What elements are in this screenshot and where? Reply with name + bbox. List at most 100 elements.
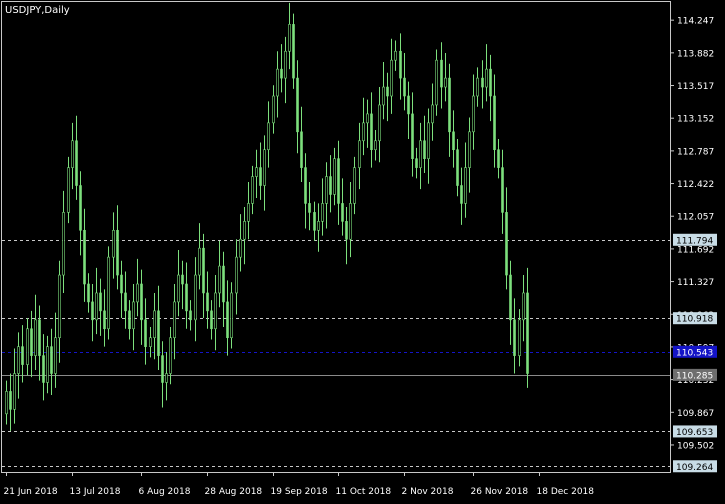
candle-body: [202, 247, 205, 294]
candle-body: [522, 292, 525, 321]
y-tick-label: 109.867: [677, 409, 714, 419]
level-tag-label-4: 109.653: [676, 428, 713, 438]
candle-body: [21, 346, 24, 365]
candle-body: [317, 221, 320, 231]
candle-body: [370, 113, 373, 151]
level-tag-label-3: 110.285: [676, 371, 713, 381]
candle-body: [362, 122, 365, 142]
candle-body: [189, 310, 192, 321]
candle-body: [448, 77, 451, 133]
candle-body: [255, 167, 258, 177]
y-tick-label: 111.327: [677, 278, 714, 288]
y-tick-label: 113.517: [677, 82, 714, 92]
candle-body: [267, 122, 270, 151]
candle-body: [329, 176, 332, 195]
candle-body: [300, 131, 303, 168]
candle-body: [513, 319, 516, 356]
candle-body: [476, 77, 479, 97]
candle-body: [239, 238, 242, 258]
candle-body: [17, 346, 20, 374]
candle-body: [103, 310, 106, 330]
candle-body: [366, 113, 369, 124]
level-tag-label-0: 111.794: [676, 236, 713, 246]
candle-body: [58, 274, 61, 339]
candle-body: [415, 158, 418, 168]
candle-body: [75, 140, 78, 186]
candle-body: [321, 203, 324, 222]
candle-body: [185, 283, 188, 312]
candle-body: [304, 167, 307, 204]
candle-body: [107, 256, 110, 330]
candle-body: [210, 310, 213, 330]
candle-body: [423, 140, 426, 159]
candle-body: [440, 59, 443, 88]
candle-body: [157, 310, 160, 356]
x-tick-label: 26 Nov 2018: [471, 487, 529, 497]
candle-body: [120, 274, 123, 294]
candle-body: [62, 212, 65, 276]
candle-body: [194, 274, 197, 321]
x-tick-label: 13 Jul 2018: [70, 487, 121, 497]
candle-body: [394, 50, 397, 61]
candle-body: [83, 229, 86, 285]
candle-body: [468, 131, 471, 168]
candle-body: [280, 68, 283, 79]
symbol-label: USDJPY,Daily: [5, 5, 70, 16]
candle-body: [284, 50, 287, 79]
candle-body: [116, 229, 119, 276]
candle-body: [272, 95, 275, 124]
candle-body: [345, 221, 348, 240]
candle-body: [472, 95, 475, 133]
candle-body: [132, 301, 135, 330]
candle-body: [407, 95, 410, 115]
candle-body: [378, 104, 381, 142]
y-tick-label: 113.882: [677, 49, 714, 59]
level-tag-label-1: 110.918: [676, 315, 713, 325]
candle-body: [235, 256, 238, 294]
candle-body: [325, 176, 328, 204]
candle-body: [243, 221, 246, 240]
candle-body: [67, 167, 70, 213]
candle-body: [431, 104, 434, 124]
candle-body: [251, 176, 254, 204]
candle-body: [5, 391, 8, 415]
candle-body: [54, 337, 57, 374]
candle-body: [165, 373, 168, 383]
candle-body: [481, 77, 484, 88]
candle-body: [489, 68, 492, 97]
candle-body: [308, 203, 311, 213]
candle-body: [87, 283, 90, 303]
candle-body: [222, 265, 225, 303]
candle-body: [112, 229, 115, 258]
candle-body: [353, 167, 356, 204]
candle-body: [276, 68, 279, 97]
x-tick-label: 18 Dec 2018: [537, 487, 595, 497]
candle-body: [263, 149, 266, 186]
candle-body: [382, 86, 385, 106]
candle-body: [91, 301, 94, 321]
x-tick-label: 28 Aug 2018: [205, 487, 263, 497]
y-tick-label: 112.787: [677, 147, 714, 157]
candle-body: [386, 86, 389, 97]
candle-body: [177, 274, 180, 303]
candle-body: [128, 310, 131, 330]
candle-body: [95, 292, 98, 321]
candle-body: [181, 274, 184, 285]
candle-body: [460, 185, 463, 204]
candle-body: [444, 77, 447, 88]
candle-body: [149, 337, 152, 347]
candle-body: [247, 203, 250, 222]
candle-body: [427, 122, 430, 159]
candle-body: [497, 149, 500, 168]
candle-body: [226, 301, 229, 339]
candle-body: [173, 301, 176, 339]
candle-body: [505, 212, 508, 276]
candle-body: [390, 59, 393, 97]
candle-body: [71, 140, 74, 168]
candle-body: [42, 355, 45, 383]
candle-body: [411, 113, 414, 159]
candle-body: [485, 68, 488, 88]
x-tick-label: 6 Aug 2018: [139, 487, 191, 497]
candle-body: [79, 185, 82, 231]
candle-body: [46, 346, 49, 383]
